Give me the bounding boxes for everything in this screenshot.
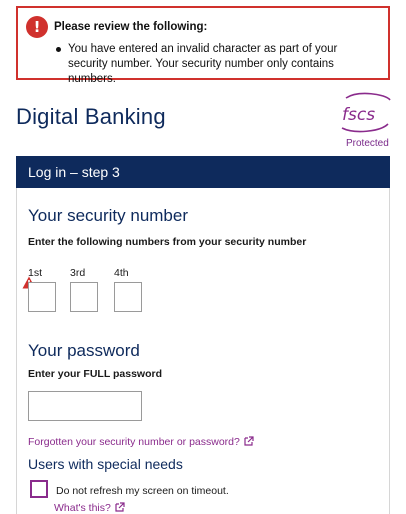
- step-header: Log in – step 3: [16, 156, 390, 188]
- error-summary-title: Please review the following:: [54, 21, 208, 33]
- forgotten-credentials-link[interactable]: Forgotten your security number or passwo…: [28, 436, 254, 448]
- digit-label-4th: 4th: [114, 267, 129, 279]
- no-refresh-checkbox-label: Do not refresh my screen on timeout.: [56, 485, 229, 497]
- fscs-logo: fscs: [341, 92, 391, 133]
- fscs-logo-text: fscs: [342, 105, 375, 125]
- error-summary: ! Please review the following: You have …: [16, 6, 390, 85]
- password-heading: Your password: [28, 341, 140, 360]
- security-digit-3rd-input[interactable]: [70, 282, 98, 312]
- security-number-instruction: Enter the following numbers from your se…: [28, 236, 307, 248]
- security-digit-1st-input[interactable]: [28, 282, 56, 312]
- password-instruction: Enter your FULL password: [28, 368, 162, 380]
- exclamation-circle-icon: !: [26, 16, 48, 38]
- security-digit-4th-input[interactable]: [114, 282, 142, 312]
- security-number-heading: Your security number: [28, 206, 189, 225]
- page-title: Digital Banking: [16, 104, 166, 129]
- whats-this-link-text: What's this?: [54, 502, 111, 514]
- no-refresh-checkbox[interactable]: [30, 480, 48, 498]
- external-link-icon: [244, 436, 254, 446]
- whats-this-link[interactable]: What's this?: [54, 502, 125, 514]
- error-list: You have entered an invalid character as…: [54, 42, 374, 87]
- special-needs-heading: Users with special needs: [28, 456, 183, 472]
- password-input[interactable]: [28, 391, 142, 421]
- digit-label-3rd: 3rd: [70, 267, 86, 279]
- fscs-protected-label: Protected: [346, 138, 389, 149]
- error-item: You have entered an invalid character as…: [54, 42, 374, 87]
- forgotten-credentials-link-text: Forgotten your security number or passwo…: [28, 436, 240, 448]
- external-link-icon: [115, 502, 125, 512]
